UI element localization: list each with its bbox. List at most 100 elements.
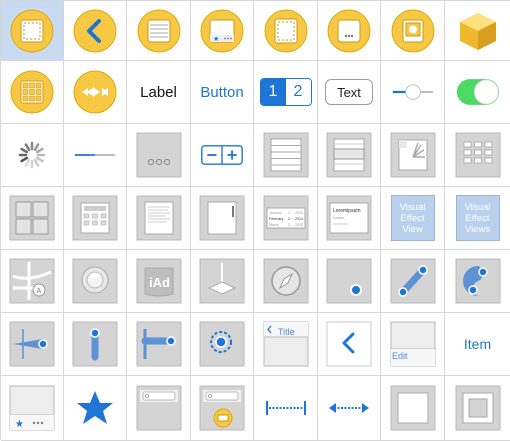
svg-text:2015: 2015: [295, 223, 303, 227]
activity-indicator-item[interactable]: [1, 124, 64, 187]
map-view-item[interactable]: A: [1, 250, 64, 313]
scenekit-view-item[interactable]: [191, 250, 254, 313]
text-field-item[interactable]: Text: [318, 61, 381, 124]
long-press-gesture-recognizer-item[interactable]: [191, 313, 254, 376]
vfxs-line-2: Effect: [465, 212, 490, 224]
fixed-space-bar-button-item[interactable]: [254, 376, 318, 441]
slider-icon: [392, 84, 433, 100]
screen-edge-pan-gesture-item[interactable]: [127, 313, 191, 376]
map-view-icon: A: [9, 258, 55, 304]
search-bar-icon: [136, 385, 181, 431]
search-display-controller-item[interactable]: [191, 376, 254, 441]
navigation-item-item[interactable]: [318, 313, 381, 376]
bar-button-text: Item: [463, 336, 492, 352]
collection-view-icon: [455, 132, 500, 178]
image-view-icon: [390, 132, 435, 178]
tap-gesture-recognizer-item[interactable]: [318, 250, 381, 313]
visual-effect-views-sample: Visual Effect Views: [455, 195, 500, 241]
view-controller-item[interactable]: [1, 1, 64, 61]
pan-gesture-recognizer-item[interactable]: [64, 313, 127, 376]
tab-bar-item-star[interactable]: [64, 376, 127, 441]
date-picker-icon: January 1 2013 February 2 2014 March 3 2015: [263, 195, 308, 241]
segmented-control-item[interactable]: 1 2: [254, 61, 318, 124]
flexible-space-bar-button-item[interactable]: [318, 376, 381, 441]
search-display-controller-icon: [199, 385, 245, 431]
vfxs-line-1: Visual: [464, 201, 491, 213]
page-view-controller-icon: [264, 9, 307, 52]
pinch-gesture-recognizer-item[interactable]: [381, 250, 445, 313]
vfx-line-1: Visual: [399, 201, 426, 213]
collection-reusable-view-item[interactable]: [64, 187, 127, 250]
image-view-item[interactable]: [381, 124, 445, 187]
mtk-view-item[interactable]: [64, 250, 127, 313]
stepper-icon: [201, 145, 243, 165]
object-item[interactable]: [445, 1, 510, 61]
collection-view-controller-item[interactable]: [1, 61, 64, 124]
button-item[interactable]: Button: [191, 61, 254, 124]
tab-bar-controller-item[interactable]: ★: [191, 1, 254, 61]
svg-text:2014: 2014: [295, 217, 303, 221]
visual-effect-views-item[interactable]: Visual Effect Views: [445, 187, 510, 250]
toolbar-item[interactable]: Edit: [381, 313, 445, 376]
container-view-item[interactable]: [445, 376, 510, 441]
view-controller-icon: [10, 9, 54, 52]
svg-text:3: 3: [288, 223, 290, 227]
pan-gesture-icon: [72, 321, 118, 367]
swipe-gesture-recognizer-item[interactable]: [1, 313, 64, 376]
iad-banner-icon: iAd: [136, 258, 181, 304]
page-view-controller-item[interactable]: [254, 1, 318, 61]
collection-view-cell-item[interactable]: [1, 187, 64, 250]
swipe-gesture-icon: [9, 321, 55, 367]
label-item[interactable]: Label: [127, 61, 191, 124]
picker-detail-icon: Loremipsum Lorem: [326, 195, 372, 241]
collection-view-item[interactable]: [445, 124, 510, 187]
object-library-grid: ★ Label Button 1 2 Text January 1 2013 F…: [0, 0, 510, 441]
table-view-controller-item[interactable]: [127, 1, 191, 61]
bar-button-item[interactable]: Item: [445, 313, 510, 376]
switch-item[interactable]: [445, 61, 510, 124]
activity-spinner-icon: [18, 141, 46, 169]
scroll-view-item[interactable]: [191, 187, 254, 250]
visual-effect-view-item[interactable]: Visual Effect View: [381, 187, 445, 250]
picker-view-item[interactable]: Loremipsum Lorem: [318, 187, 381, 250]
web-view-item[interactable]: [254, 250, 318, 313]
progress-bar-icon: [74, 154, 116, 156]
tab-bar-item[interactable]: ★: [1, 376, 64, 441]
pinch-gesture-icon: [390, 258, 435, 304]
stepper-item[interactable]: [191, 124, 254, 187]
rotation-gesture-icon: [455, 258, 500, 304]
split-view-controller-item[interactable]: [318, 1, 381, 61]
page-control-item[interactable]: [127, 124, 191, 187]
date-picker-item[interactable]: January 1 2013 February 2 2014 March 3 2015: [254, 187, 318, 250]
segment-1: 1: [260, 79, 286, 105]
fixed-space-icon: [265, 401, 306, 415]
slider-item[interactable]: [381, 61, 445, 124]
table-view-cell-item[interactable]: [318, 124, 381, 187]
view-item[interactable]: [381, 376, 445, 441]
navigation-controller-item[interactable]: [64, 1, 127, 61]
nav-bar-title: Title: [278, 327, 295, 337]
scenekit-plane-icon: [199, 258, 245, 304]
page-control-icon: [136, 132, 181, 178]
svg-text:2013: 2013: [295, 211, 303, 215]
av-player-view-controller-item[interactable]: [64, 61, 127, 124]
table-view-controller-icon: [137, 9, 180, 52]
navigation-bar-item[interactable]: Title: [254, 313, 318, 376]
table-view-item[interactable]: [254, 124, 318, 187]
svg-text:★: ★: [15, 419, 24, 430]
ad-banner-view-item[interactable]: iAd: [127, 250, 191, 313]
glkit-view-controller-item[interactable]: [381, 1, 445, 61]
segmented-control-sample: 1 2: [259, 78, 312, 106]
search-bar-item[interactable]: [127, 376, 191, 441]
long-press-gesture-icon: [199, 321, 245, 367]
svg-text:iAd: iAd: [149, 275, 170, 290]
svg-text:March: March: [269, 223, 279, 227]
switch-toggle-icon: [456, 79, 499, 105]
text-field-sample: Text: [325, 79, 373, 105]
tab-bar-controller-icon: ★: [200, 9, 244, 52]
text-view-item[interactable]: [127, 187, 191, 250]
rotation-gesture-recognizer-item[interactable]: [445, 250, 510, 313]
svg-text:February: February: [269, 217, 284, 221]
progress-view-item[interactable]: [64, 124, 127, 187]
collection-reusable-view-icon: [72, 195, 118, 241]
